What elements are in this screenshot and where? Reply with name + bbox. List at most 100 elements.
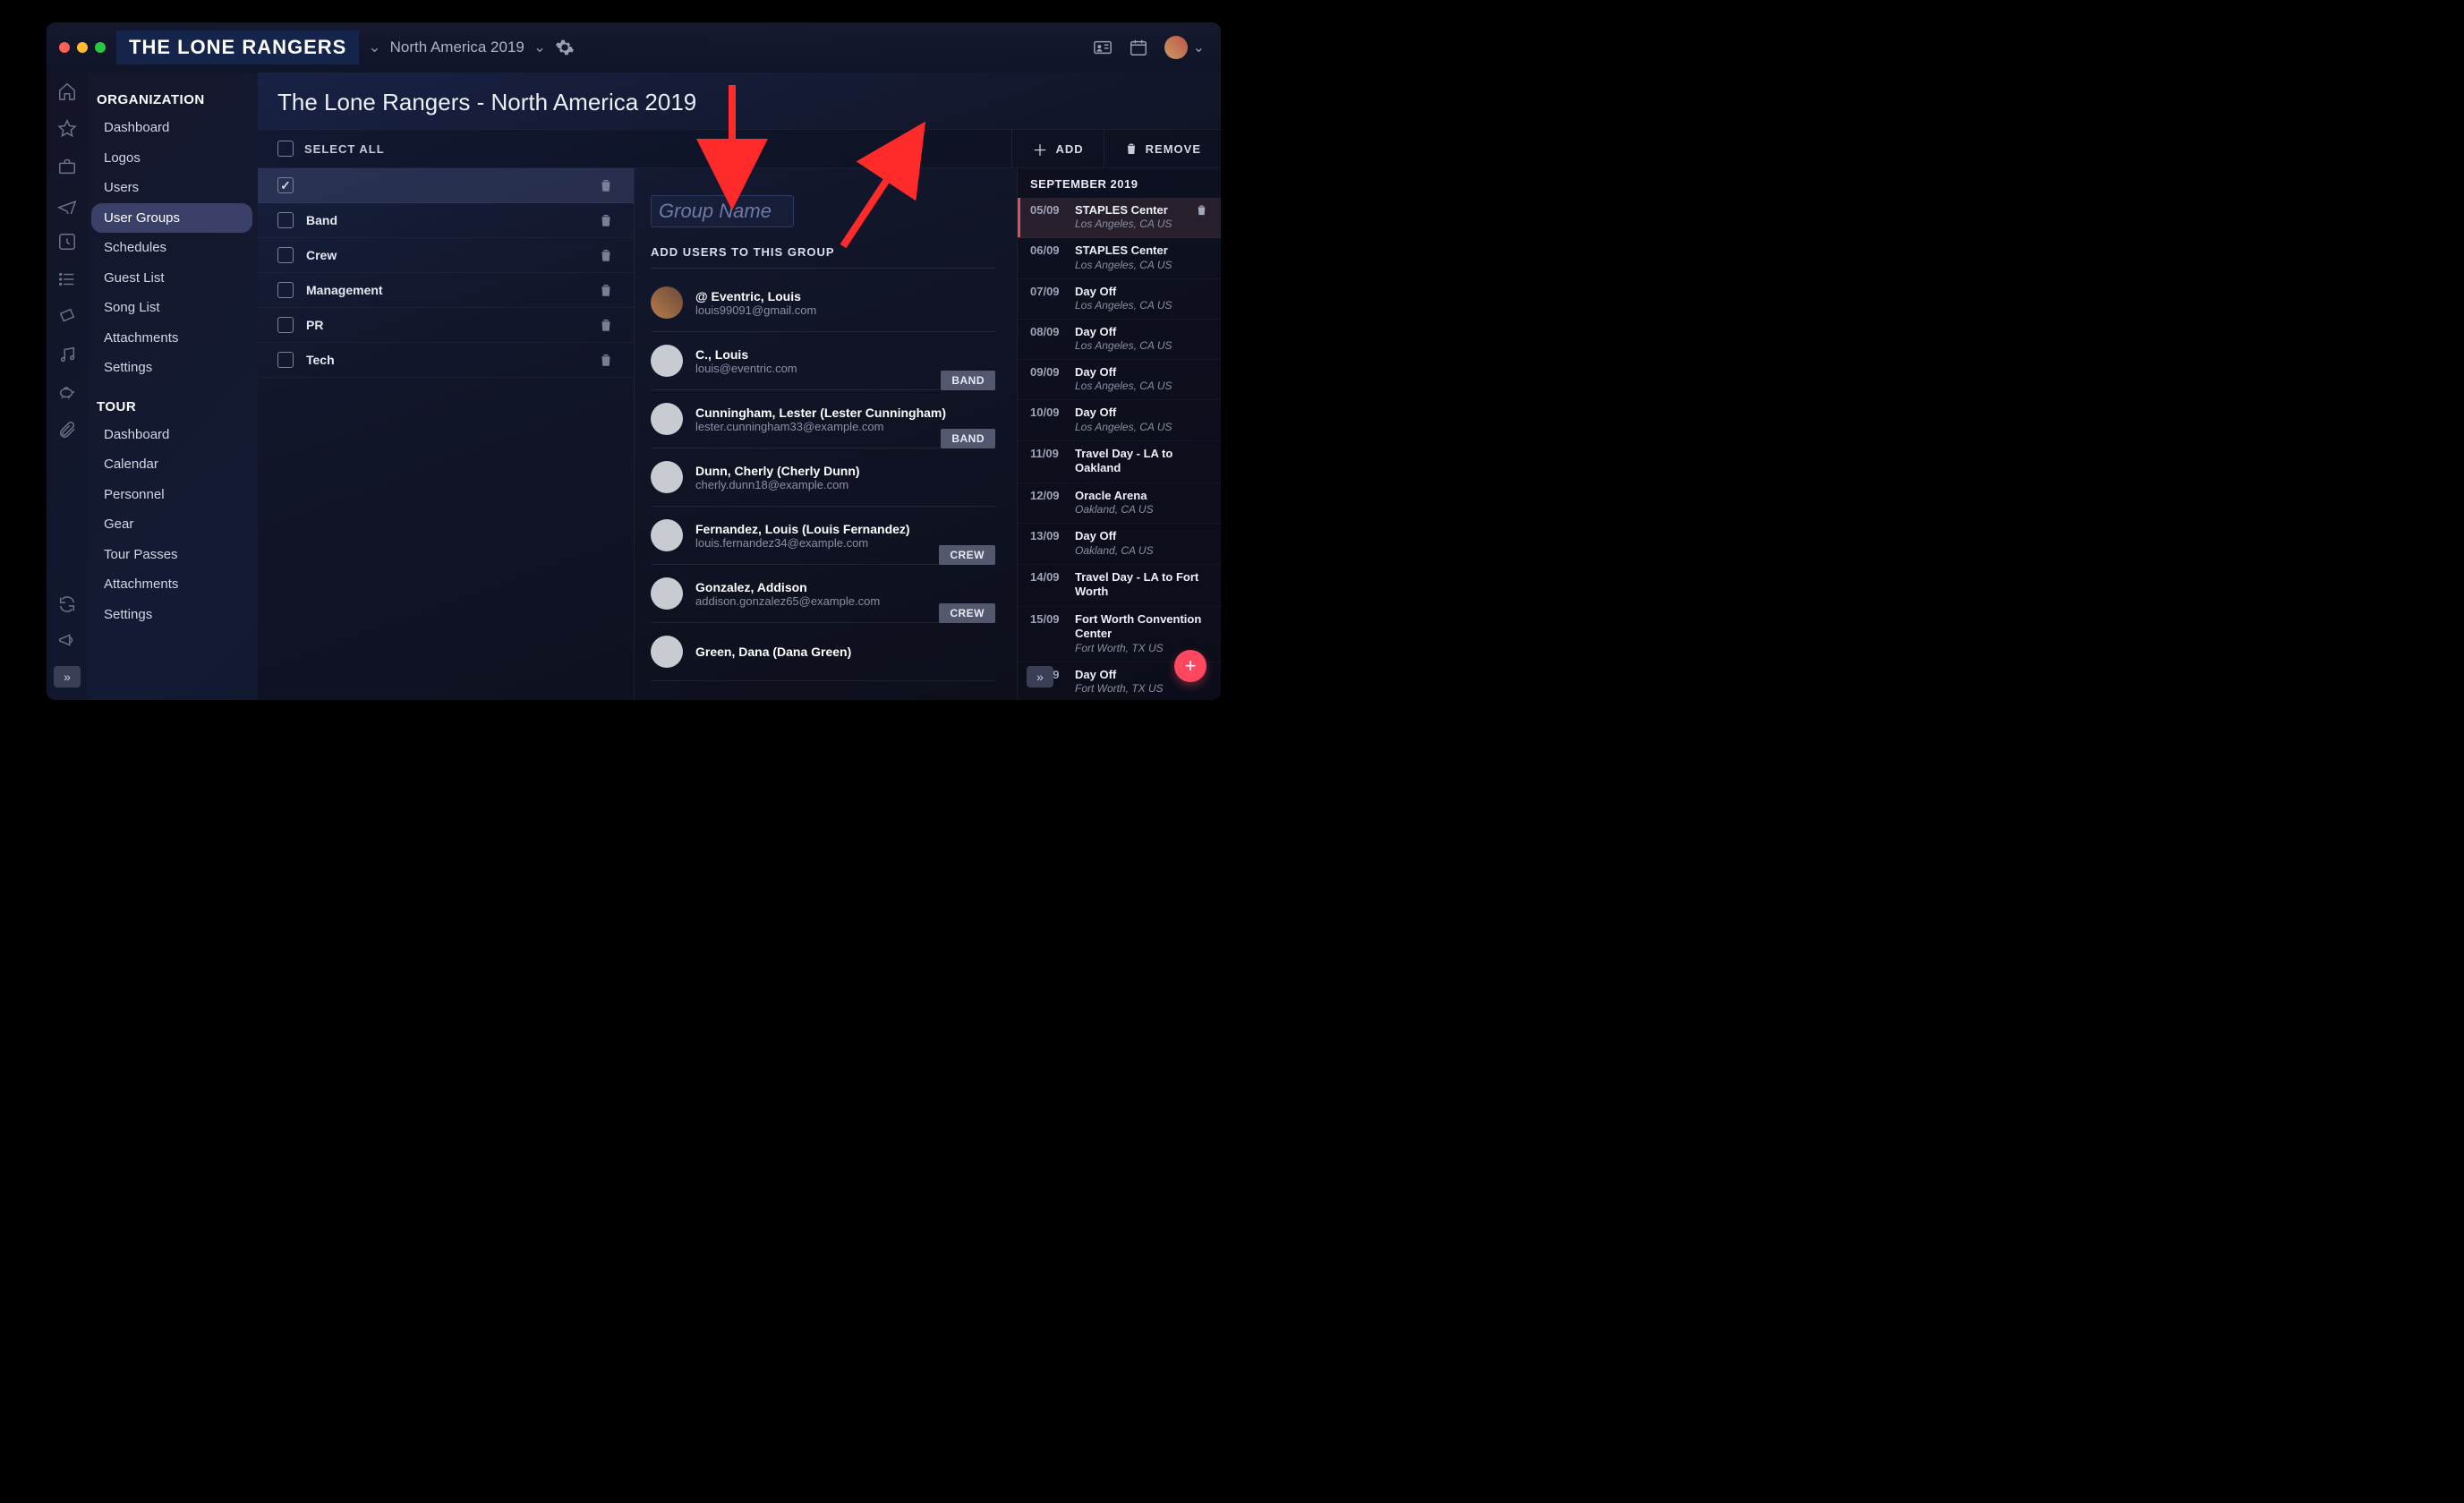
nav-item-attachments[interactable]: Attachments (91, 323, 252, 354)
avatar (651, 636, 683, 668)
group-row[interactable]: Crew (258, 238, 634, 273)
group-checkbox[interactable] (277, 282, 294, 298)
calendar-location: Los Angeles, CA US (1075, 339, 1172, 352)
remove-button[interactable]: REMOVE (1104, 130, 1221, 167)
group-row[interactable]: Management (258, 273, 634, 308)
nav-item-dashboard[interactable]: Dashboard (91, 113, 252, 143)
nav-section-organization: ORGANIZATION (97, 92, 252, 107)
trash-icon[interactable] (598, 177, 614, 193)
nav-item-tour-gear[interactable]: Gear (91, 509, 252, 540)
nav-item-logos[interactable]: Logos (91, 143, 252, 174)
megaphone-icon[interactable] (57, 630, 77, 650)
group-checkbox[interactable] (277, 247, 294, 263)
tour-selector[interactable]: ⌄ North America 2019 ⌄ (368, 38, 575, 57)
gear-icon[interactable] (555, 38, 575, 57)
add-users-heading: ADD USERS TO THIS GROUP (651, 245, 995, 269)
user-email: louis@eventric.com (695, 362, 797, 375)
nav-item-tour-personnel[interactable]: Personnel (91, 480, 252, 510)
plane-icon[interactable] (57, 194, 77, 214)
user-name: Green, Dana (Dana Green) (695, 645, 851, 659)
paperclip-icon[interactable] (57, 420, 77, 440)
user-row[interactable]: Green, Dana (Dana Green) (651, 623, 995, 681)
id-card-icon[interactable] (1093, 38, 1113, 57)
user-row[interactable]: @ Eventric, Louislouis99091@gmail.com (651, 274, 995, 332)
list-icon[interactable] (57, 269, 77, 289)
calendar-title: Oracle Arena (1075, 489, 1154, 503)
select-all[interactable]: SELECT ALL (258, 141, 385, 157)
calendar-location: Los Angeles, CA US (1075, 299, 1172, 312)
calendar-icon[interactable] (1129, 38, 1148, 57)
select-all-checkbox[interactable] (277, 141, 294, 157)
calendar-location: Los Angeles, CA US (1075, 218, 1172, 230)
user-row[interactable]: Gonzalez, Addisonaddison.gonzalez65@exam… (651, 565, 995, 623)
nav-item-tour-calendar[interactable]: Calendar (91, 449, 252, 480)
user-row[interactable]: C., Louislouis@eventric.comBAND (651, 332, 995, 390)
trash-icon[interactable] (598, 247, 614, 263)
calendar-item[interactable]: 10/09Day OffLos Angeles, CA US (1018, 400, 1221, 440)
avatar (651, 345, 683, 377)
calendar-location: Fort Worth, TX US (1075, 682, 1164, 695)
group-checkbox[interactable] (277, 317, 294, 333)
nav-item-guest-list[interactable]: Guest List (91, 263, 252, 294)
user-row[interactable]: Fernandez, Louis (Louis Fernandez)louis.… (651, 507, 995, 565)
calendar-title: Travel Day - LA to Oakland (1075, 447, 1208, 476)
calendar-date: 13/09 (1030, 529, 1066, 542)
nav-item-song-list[interactable]: Song List (91, 293, 252, 323)
group-checkbox[interactable] (277, 212, 294, 228)
user-menu[interactable]: ⌄ (1164, 36, 1205, 59)
calendar-title: Day Off (1075, 529, 1154, 543)
ticket-icon[interactable] (57, 307, 77, 327)
nav-item-tour-dashboard[interactable]: Dashboard (91, 420, 252, 450)
group-row[interactable]: PR (258, 308, 634, 343)
nav-item-user-groups[interactable]: User Groups (91, 203, 252, 234)
group-row[interactable]: Band (258, 203, 634, 238)
user-row[interactable]: Cunningham, Lester (Lester Cunningham)le… (651, 390, 995, 448)
window-minimize[interactable] (77, 42, 88, 53)
trash-icon[interactable] (598, 352, 614, 368)
nav-item-tour-settings[interactable]: Settings (91, 600, 252, 630)
star-icon[interactable] (57, 119, 77, 139)
refresh-icon[interactable] (57, 594, 77, 614)
calendar-item[interactable]: 05/09STAPLES CenterLos Angeles, CA US (1018, 198, 1221, 238)
calendar-item[interactable]: 14/09Travel Day - LA to Fort Worth (1018, 565, 1221, 608)
calendar-item[interactable]: 11/09Travel Day - LA to Oakland (1018, 441, 1221, 484)
calendar-item[interactable]: 07/09Day OffLos Angeles, CA US (1018, 279, 1221, 320)
trash-icon[interactable] (1195, 203, 1208, 217)
clock-icon[interactable] (57, 232, 77, 252)
calendar-item[interactable]: 08/09Day OffLos Angeles, CA US (1018, 320, 1221, 360)
rail-expand-button[interactable]: » (54, 666, 81, 687)
group-row[interactable] (258, 168, 634, 203)
music-icon[interactable] (57, 345, 77, 364)
nav-item-users[interactable]: Users (91, 173, 252, 203)
page-title: The Lone Rangers - North America 2019 (258, 73, 1221, 129)
piggybank-icon[interactable] (57, 382, 77, 402)
briefcase-icon[interactable] (57, 157, 77, 176)
nav-item-schedules[interactable]: Schedules (91, 233, 252, 263)
trash-icon (1124, 141, 1138, 156)
group-checkbox[interactable] (277, 352, 294, 368)
nav-item-tour-tour-passes[interactable]: Tour Passes (91, 540, 252, 570)
add-button[interactable]: ＋ ADD (1011, 130, 1103, 167)
trash-icon[interactable] (598, 317, 614, 333)
add-event-fab[interactable]: + (1174, 650, 1206, 682)
calendar-title: Travel Day - LA to Fort Worth (1075, 570, 1208, 600)
window-maximize[interactable] (95, 42, 106, 53)
calendar-item[interactable]: 13/09Day OffOakland, CA US (1018, 524, 1221, 564)
home-icon[interactable] (57, 81, 77, 101)
calendar-item[interactable]: 09/09Day OffLos Angeles, CA US (1018, 360, 1221, 400)
calendar-item[interactable]: 06/09STAPLES CenterLos Angeles, CA US (1018, 238, 1221, 278)
nav-item-settings[interactable]: Settings (91, 353, 252, 383)
window-close[interactable] (59, 42, 70, 53)
trash-icon[interactable] (598, 212, 614, 228)
trash-icon[interactable] (598, 282, 614, 298)
user-email: addison.gonzalez65@example.com (695, 594, 880, 608)
calendar-expand-button[interactable]: » (1027, 666, 1053, 687)
user-name: C., Louis (695, 347, 797, 362)
user-email: cherly.dunn18@example.com (695, 478, 860, 491)
group-checkbox[interactable] (277, 177, 294, 193)
nav-item-tour-attachments[interactable]: Attachments (91, 569, 252, 600)
calendar-item[interactable]: 12/09Oracle ArenaOakland, CA US (1018, 483, 1221, 524)
user-row[interactable]: Dunn, Cherly (Cherly Dunn)cherly.dunn18@… (651, 448, 995, 507)
group-row[interactable]: Tech (258, 343, 634, 378)
group-name-input[interactable] (651, 195, 794, 227)
